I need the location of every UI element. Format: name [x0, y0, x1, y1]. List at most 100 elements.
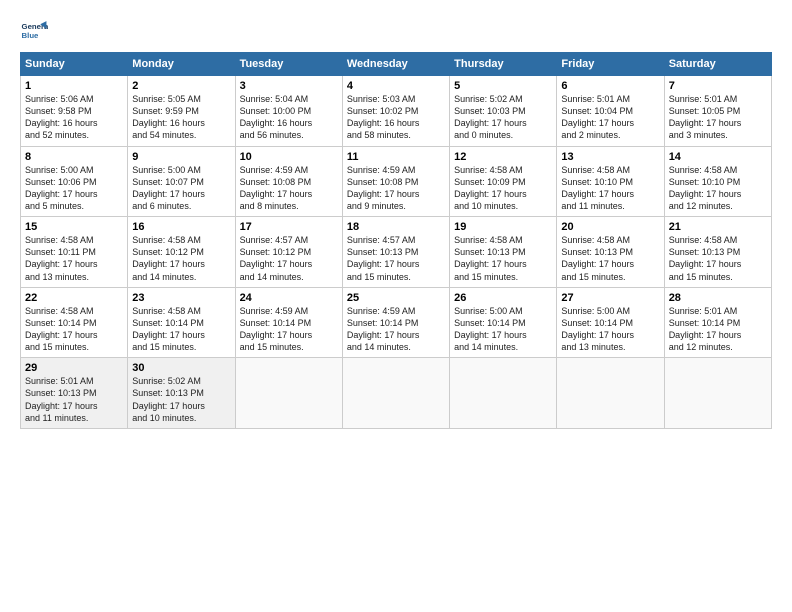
- calendar-cell: 22Sunrise: 4:58 AMSunset: 10:14 PMDaylig…: [21, 287, 128, 358]
- day-number: 28: [669, 292, 767, 304]
- day-number: 8: [25, 151, 123, 163]
- calendar-cell: 3Sunrise: 5:04 AMSunset: 10:00 PMDayligh…: [235, 76, 342, 147]
- day-number: 11: [347, 151, 445, 163]
- day-info: Sunrise: 4:58 AMSunset: 10:12 PMDaylight…: [132, 234, 230, 283]
- calendar-cell: [235, 358, 342, 429]
- calendar-cell: 13Sunrise: 4:58 AMSunset: 10:10 PMDaylig…: [557, 146, 664, 217]
- calendar-cell: 1Sunrise: 5:06 AMSunset: 9:58 PMDaylight…: [21, 76, 128, 147]
- day-info: Sunrise: 4:58 AMSunset: 10:14 PMDaylight…: [132, 305, 230, 354]
- day-info: Sunrise: 4:57 AMSunset: 10:12 PMDaylight…: [240, 234, 338, 283]
- day-number: 21: [669, 221, 767, 233]
- calendar-week-3: 15Sunrise: 4:58 AMSunset: 10:11 PMDaylig…: [21, 217, 772, 288]
- day-info: Sunrise: 5:00 AMSunset: 10:07 PMDaylight…: [132, 164, 230, 213]
- day-number: 29: [25, 362, 123, 374]
- day-number: 19: [454, 221, 552, 233]
- calendar-cell: 6Sunrise: 5:01 AMSunset: 10:04 PMDayligh…: [557, 76, 664, 147]
- day-info: Sunrise: 5:01 AMSunset: 10:13 PMDaylight…: [25, 375, 123, 424]
- header-thursday: Thursday: [450, 53, 557, 76]
- svg-text:Blue: Blue: [22, 31, 40, 40]
- day-info: Sunrise: 5:02 AMSunset: 10:13 PMDaylight…: [132, 375, 230, 424]
- calendar-cell: 29Sunrise: 5:01 AMSunset: 10:13 PMDaylig…: [21, 358, 128, 429]
- header-sunday: Sunday: [21, 53, 128, 76]
- calendar-cell: 8Sunrise: 5:00 AMSunset: 10:06 PMDayligh…: [21, 146, 128, 217]
- day-info: Sunrise: 5:01 AMSunset: 10:14 PMDaylight…: [669, 305, 767, 354]
- calendar-week-4: 22Sunrise: 4:58 AMSunset: 10:14 PMDaylig…: [21, 287, 772, 358]
- day-info: Sunrise: 4:58 AMSunset: 10:09 PMDaylight…: [454, 164, 552, 213]
- day-number: 14: [669, 151, 767, 163]
- day-info: Sunrise: 5:06 AMSunset: 9:58 PMDaylight:…: [25, 93, 123, 142]
- calendar-cell: 16Sunrise: 4:58 AMSunset: 10:12 PMDaylig…: [128, 217, 235, 288]
- calendar-week-5: 29Sunrise: 5:01 AMSunset: 10:13 PMDaylig…: [21, 358, 772, 429]
- calendar-cell: [450, 358, 557, 429]
- calendar-cell: 28Sunrise: 5:01 AMSunset: 10:14 PMDaylig…: [664, 287, 771, 358]
- day-number: 30: [132, 362, 230, 374]
- calendar-header-row: SundayMondayTuesdayWednesdayThursdayFrid…: [21, 53, 772, 76]
- day-number: 3: [240, 80, 338, 92]
- calendar-cell: 9Sunrise: 5:00 AMSunset: 10:07 PMDayligh…: [128, 146, 235, 217]
- day-info: Sunrise: 4:58 AMSunset: 10:13 PMDaylight…: [669, 234, 767, 283]
- calendar-cell: 23Sunrise: 4:58 AMSunset: 10:14 PMDaylig…: [128, 287, 235, 358]
- day-number: 12: [454, 151, 552, 163]
- calendar-cell: 5Sunrise: 5:02 AMSunset: 10:03 PMDayligh…: [450, 76, 557, 147]
- calendar-cell: 12Sunrise: 4:58 AMSunset: 10:09 PMDaylig…: [450, 146, 557, 217]
- day-number: 7: [669, 80, 767, 92]
- day-number: 6: [561, 80, 659, 92]
- day-number: 10: [240, 151, 338, 163]
- day-number: 15: [25, 221, 123, 233]
- calendar-cell: 26Sunrise: 5:00 AMSunset: 10:14 PMDaylig…: [450, 287, 557, 358]
- header-saturday: Saturday: [664, 53, 771, 76]
- calendar-week-1: 1Sunrise: 5:06 AMSunset: 9:58 PMDaylight…: [21, 76, 772, 147]
- day-info: Sunrise: 5:01 AMSunset: 10:05 PMDaylight…: [669, 93, 767, 142]
- day-number: 25: [347, 292, 445, 304]
- day-info: Sunrise: 4:58 AMSunset: 10:13 PMDaylight…: [561, 234, 659, 283]
- day-info: Sunrise: 5:05 AMSunset: 9:59 PMDaylight:…: [132, 93, 230, 142]
- calendar-cell: 18Sunrise: 4:57 AMSunset: 10:13 PMDaylig…: [342, 217, 449, 288]
- day-info: Sunrise: 4:58 AMSunset: 10:14 PMDaylight…: [25, 305, 123, 354]
- day-info: Sunrise: 5:00 AMSunset: 10:14 PMDaylight…: [561, 305, 659, 354]
- calendar-cell: [557, 358, 664, 429]
- day-info: Sunrise: 5:00 AMSunset: 10:06 PMDaylight…: [25, 164, 123, 213]
- calendar-cell: 30Sunrise: 5:02 AMSunset: 10:13 PMDaylig…: [128, 358, 235, 429]
- header-tuesday: Tuesday: [235, 53, 342, 76]
- day-info: Sunrise: 4:58 AMSunset: 10:13 PMDaylight…: [454, 234, 552, 283]
- calendar-cell: 2Sunrise: 5:05 AMSunset: 9:59 PMDaylight…: [128, 76, 235, 147]
- day-number: 1: [25, 80, 123, 92]
- logo-icon: General Blue: [20, 18, 48, 46]
- day-number: 2: [132, 80, 230, 92]
- calendar-cell: 15Sunrise: 4:58 AMSunset: 10:11 PMDaylig…: [21, 217, 128, 288]
- calendar-cell: 11Sunrise: 4:59 AMSunset: 10:08 PMDaylig…: [342, 146, 449, 217]
- day-info: Sunrise: 4:58 AMSunset: 10:10 PMDaylight…: [669, 164, 767, 213]
- day-number: 16: [132, 221, 230, 233]
- day-number: 17: [240, 221, 338, 233]
- header-monday: Monday: [128, 53, 235, 76]
- day-number: 27: [561, 292, 659, 304]
- day-info: Sunrise: 4:57 AMSunset: 10:13 PMDaylight…: [347, 234, 445, 283]
- day-number: 5: [454, 80, 552, 92]
- calendar-cell: 14Sunrise: 4:58 AMSunset: 10:10 PMDaylig…: [664, 146, 771, 217]
- day-info: Sunrise: 4:58 AMSunset: 10:10 PMDaylight…: [561, 164, 659, 213]
- day-number: 13: [561, 151, 659, 163]
- logo: General Blue: [20, 18, 52, 46]
- day-info: Sunrise: 5:02 AMSunset: 10:03 PMDaylight…: [454, 93, 552, 142]
- calendar-week-2: 8Sunrise: 5:00 AMSunset: 10:06 PMDayligh…: [21, 146, 772, 217]
- day-number: 20: [561, 221, 659, 233]
- day-info: Sunrise: 4:59 AMSunset: 10:08 PMDaylight…: [347, 164, 445, 213]
- calendar-cell: 21Sunrise: 4:58 AMSunset: 10:13 PMDaylig…: [664, 217, 771, 288]
- header-friday: Friday: [557, 53, 664, 76]
- calendar-cell: [664, 358, 771, 429]
- calendar-cell: 25Sunrise: 4:59 AMSunset: 10:14 PMDaylig…: [342, 287, 449, 358]
- day-number: 4: [347, 80, 445, 92]
- header-wednesday: Wednesday: [342, 53, 449, 76]
- day-info: Sunrise: 5:04 AMSunset: 10:00 PMDaylight…: [240, 93, 338, 142]
- calendar-table: SundayMondayTuesdayWednesdayThursdayFrid…: [20, 52, 772, 429]
- day-number: 23: [132, 292, 230, 304]
- calendar-cell: 20Sunrise: 4:58 AMSunset: 10:13 PMDaylig…: [557, 217, 664, 288]
- day-info: Sunrise: 4:59 AMSunset: 10:14 PMDaylight…: [240, 305, 338, 354]
- day-number: 24: [240, 292, 338, 304]
- day-info: Sunrise: 5:00 AMSunset: 10:14 PMDaylight…: [454, 305, 552, 354]
- day-number: 22: [25, 292, 123, 304]
- day-info: Sunrise: 5:03 AMSunset: 10:02 PMDaylight…: [347, 93, 445, 142]
- calendar-cell: 10Sunrise: 4:59 AMSunset: 10:08 PMDaylig…: [235, 146, 342, 217]
- day-info: Sunrise: 5:01 AMSunset: 10:04 PMDaylight…: [561, 93, 659, 142]
- day-number: 26: [454, 292, 552, 304]
